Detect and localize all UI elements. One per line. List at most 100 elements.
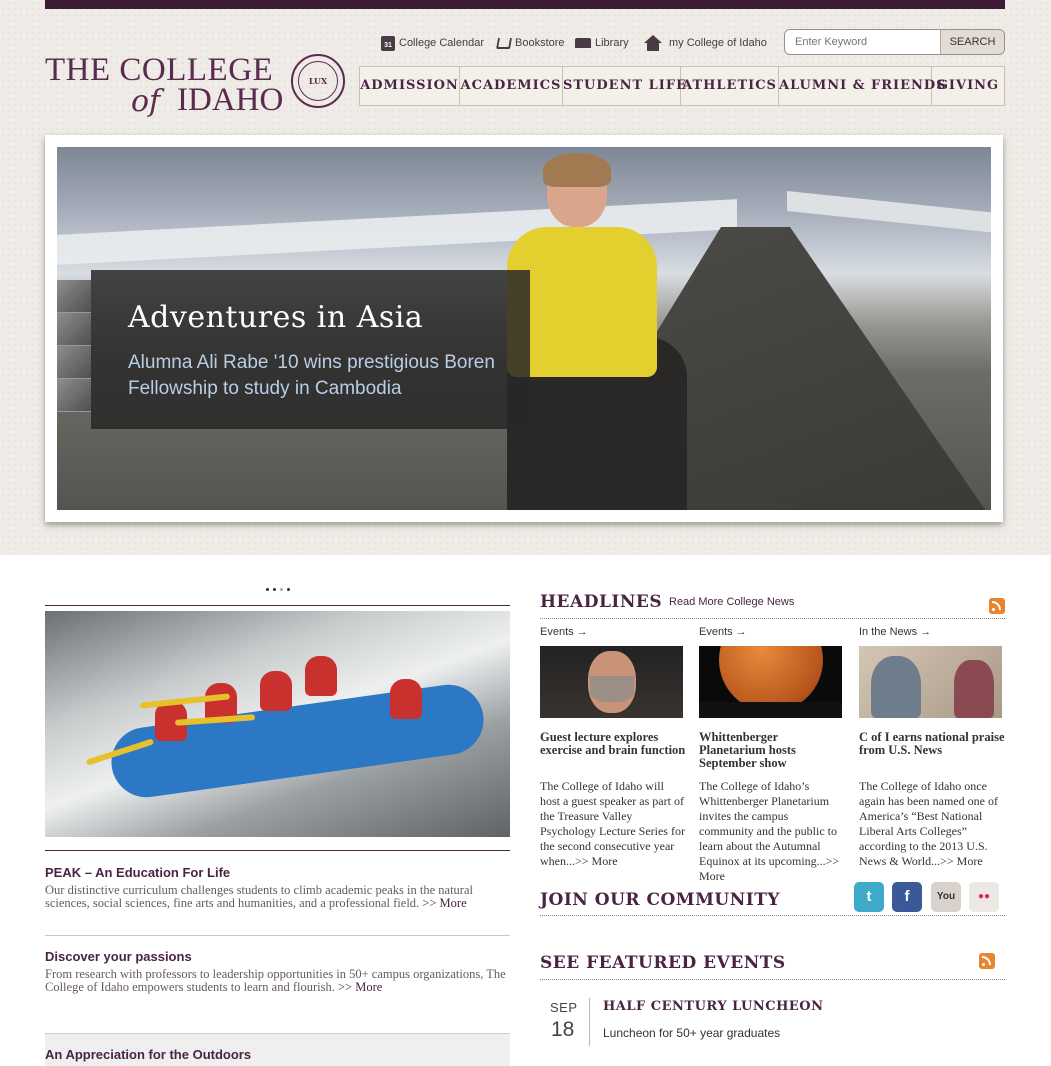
hero-slideshow: Adventures in Asia Alumna Ali Rabe '10 w… [45, 135, 1003, 522]
news-title[interactable]: Whittenberger Planetarium hosts Septembe… [699, 731, 845, 770]
hero-title: Adventures in Asia [128, 300, 424, 335]
rss-icon[interactable] [979, 953, 995, 969]
search-input[interactable] [785, 30, 941, 54]
carousel-dot[interactable] [273, 588, 276, 591]
more-link[interactable]: >> More [338, 980, 382, 994]
main-nav: ADMISSION ACADEMICS STUDENT LIFE ATHLETI… [359, 66, 1005, 106]
hero-thumbnail[interactable] [57, 346, 91, 379]
news-title[interactable]: Guest lecture explores exercise and brai… [540, 731, 686, 757]
carousel-dot[interactable] [287, 588, 290, 591]
feature-title-peak[interactable]: PEAK – An Education For Life [45, 865, 230, 880]
search-box: SEARCH [784, 29, 1005, 55]
hero-thumbnail-strip [57, 280, 91, 412]
tree-silhouette [699, 702, 842, 718]
feature-text-peak: Our distinctive curriculum challenges st… [45, 884, 511, 910]
news-thumbnail[interactable] [540, 646, 683, 718]
divider [540, 618, 1005, 619]
logo-of: of [131, 84, 161, 119]
hero-bridge-rail-far [787, 190, 991, 234]
rafter [390, 679, 422, 719]
feature-tab-outdoors[interactable]: An Appreciation for the Outdoors [45, 1033, 510, 1066]
event-description: Luncheon for 50+ year graduates [603, 1026, 781, 1040]
more-link[interactable]: >> More [422, 896, 466, 910]
news-thumbnail[interactable] [699, 646, 842, 718]
logo-line2: IDAHO [177, 82, 284, 118]
rss-icon[interactable] [989, 598, 1005, 614]
news-summary: The College of Idaho once again has been… [859, 779, 1005, 869]
feature-text-passions: From research with professors to leaders… [45, 968, 511, 994]
nav-admission[interactable]: ADMISSION [360, 67, 460, 105]
utility-link-label: my College of Idaho [669, 37, 767, 49]
headlines-heading: HEADLINES [540, 592, 663, 612]
news-title[interactable]: C of I earns national praise from U.S. N… [859, 731, 1005, 757]
college-seal-icon: LUX [291, 54, 345, 108]
news-category[interactable]: Events → [540, 626, 588, 638]
home-icon [644, 35, 662, 51]
top-accent-bar [45, 0, 1005, 9]
feature-title-outdoors: An Appreciation for the Outdoors [45, 1047, 252, 1062]
student-figure [954, 660, 994, 718]
event-title[interactable]: HALF CENTURY LUNCHEON [603, 999, 824, 1014]
news-summary: The College of Idaho’s Whittenberger Pla… [699, 779, 845, 884]
calendar-icon: 31 [381, 35, 395, 51]
carousel-dot[interactable] [280, 588, 283, 591]
portrait-beard [590, 676, 634, 702]
flickr-icon[interactable]: ●● [969, 882, 999, 912]
cart-icon [496, 37, 512, 49]
nav-giving[interactable]: GIVING [932, 67, 1004, 105]
youtube-icon[interactable]: You [931, 882, 961, 912]
facebook-icon[interactable]: f [892, 882, 922, 912]
news-summary-body: The College of Idaho’s Whittenberger Pla… [699, 779, 837, 868]
utility-link-library[interactable]: Library [575, 33, 629, 53]
utility-link-calendar[interactable]: 31 College Calendar [381, 33, 484, 53]
events-heading: SEE FEATURED EVENTS [540, 953, 786, 973]
read-more-news-link[interactable]: Read More College News [669, 596, 794, 608]
event-month: SEP [550, 1000, 578, 1015]
feature-body: Our distinctive curriculum challenges st… [45, 883, 473, 910]
header-region: THE COLLEGE of IDAHO LUX 31 College Cale… [0, 0, 1051, 555]
carousel-dots [266, 588, 290, 591]
divider [45, 935, 510, 936]
news-category[interactable]: In the News → [859, 626, 931, 638]
news-summary: The College of Idaho will host a guest s… [540, 779, 686, 869]
twitter-icon[interactable]: t [854, 882, 884, 912]
hero-thumbnail[interactable] [57, 280, 91, 313]
rafter [305, 656, 337, 696]
book-icon [575, 38, 591, 48]
hero-image[interactable]: Adventures in Asia Alumna Ali Rabe '10 w… [57, 147, 991, 510]
utility-link-bookstore[interactable]: Bookstore [496, 33, 565, 53]
more-link[interactable]: >> More [575, 854, 618, 868]
community-heading: JOIN OUR COMMUNITY [540, 890, 781, 910]
hero-thumbnail[interactable] [57, 313, 91, 346]
news-category[interactable]: Events → [699, 626, 747, 638]
divider [540, 915, 1005, 916]
college-logo[interactable]: THE COLLEGE of IDAHO LUX [45, 50, 350, 128]
seal-text: LUX [298, 61, 338, 101]
utility-link-my-college[interactable]: my College of Idaho [644, 33, 767, 53]
search-button[interactable]: SEARCH [940, 30, 1004, 54]
nav-academics[interactable]: ACADEMICS [460, 67, 563, 105]
nav-alumni-friends[interactable]: ALUMNI & FRIENDS [779, 67, 946, 105]
divider [45, 605, 510, 606]
divider [45, 850, 510, 851]
raft [106, 680, 489, 802]
more-link[interactable]: >> More [940, 854, 983, 868]
rafter [260, 671, 292, 711]
feature-body: From research with professors to leaders… [45, 967, 506, 994]
nav-student-life[interactable]: STUDENT LIFE [563, 67, 686, 105]
utility-link-label: College Calendar [399, 37, 484, 49]
utility-link-label: Library [595, 37, 629, 49]
news-thumbnail[interactable] [859, 646, 1002, 718]
event-day: 18 [551, 1018, 575, 1041]
carousel-dot[interactable] [266, 588, 269, 591]
hero-hair [543, 153, 611, 187]
feature-title-passions[interactable]: Discover your passions [45, 949, 192, 964]
hero-caption[interactable]: Adventures in Asia Alumna Ali Rabe '10 w… [91, 270, 530, 429]
utility-link-label: Bookstore [515, 37, 565, 49]
student-figure [871, 656, 921, 718]
hero-thumbnail[interactable] [57, 379, 91, 412]
rafting-image[interactable] [45, 611, 510, 837]
divider [540, 979, 1005, 980]
event-divider [589, 998, 590, 1046]
nav-athletics[interactable]: ATHLETICS [681, 67, 779, 105]
